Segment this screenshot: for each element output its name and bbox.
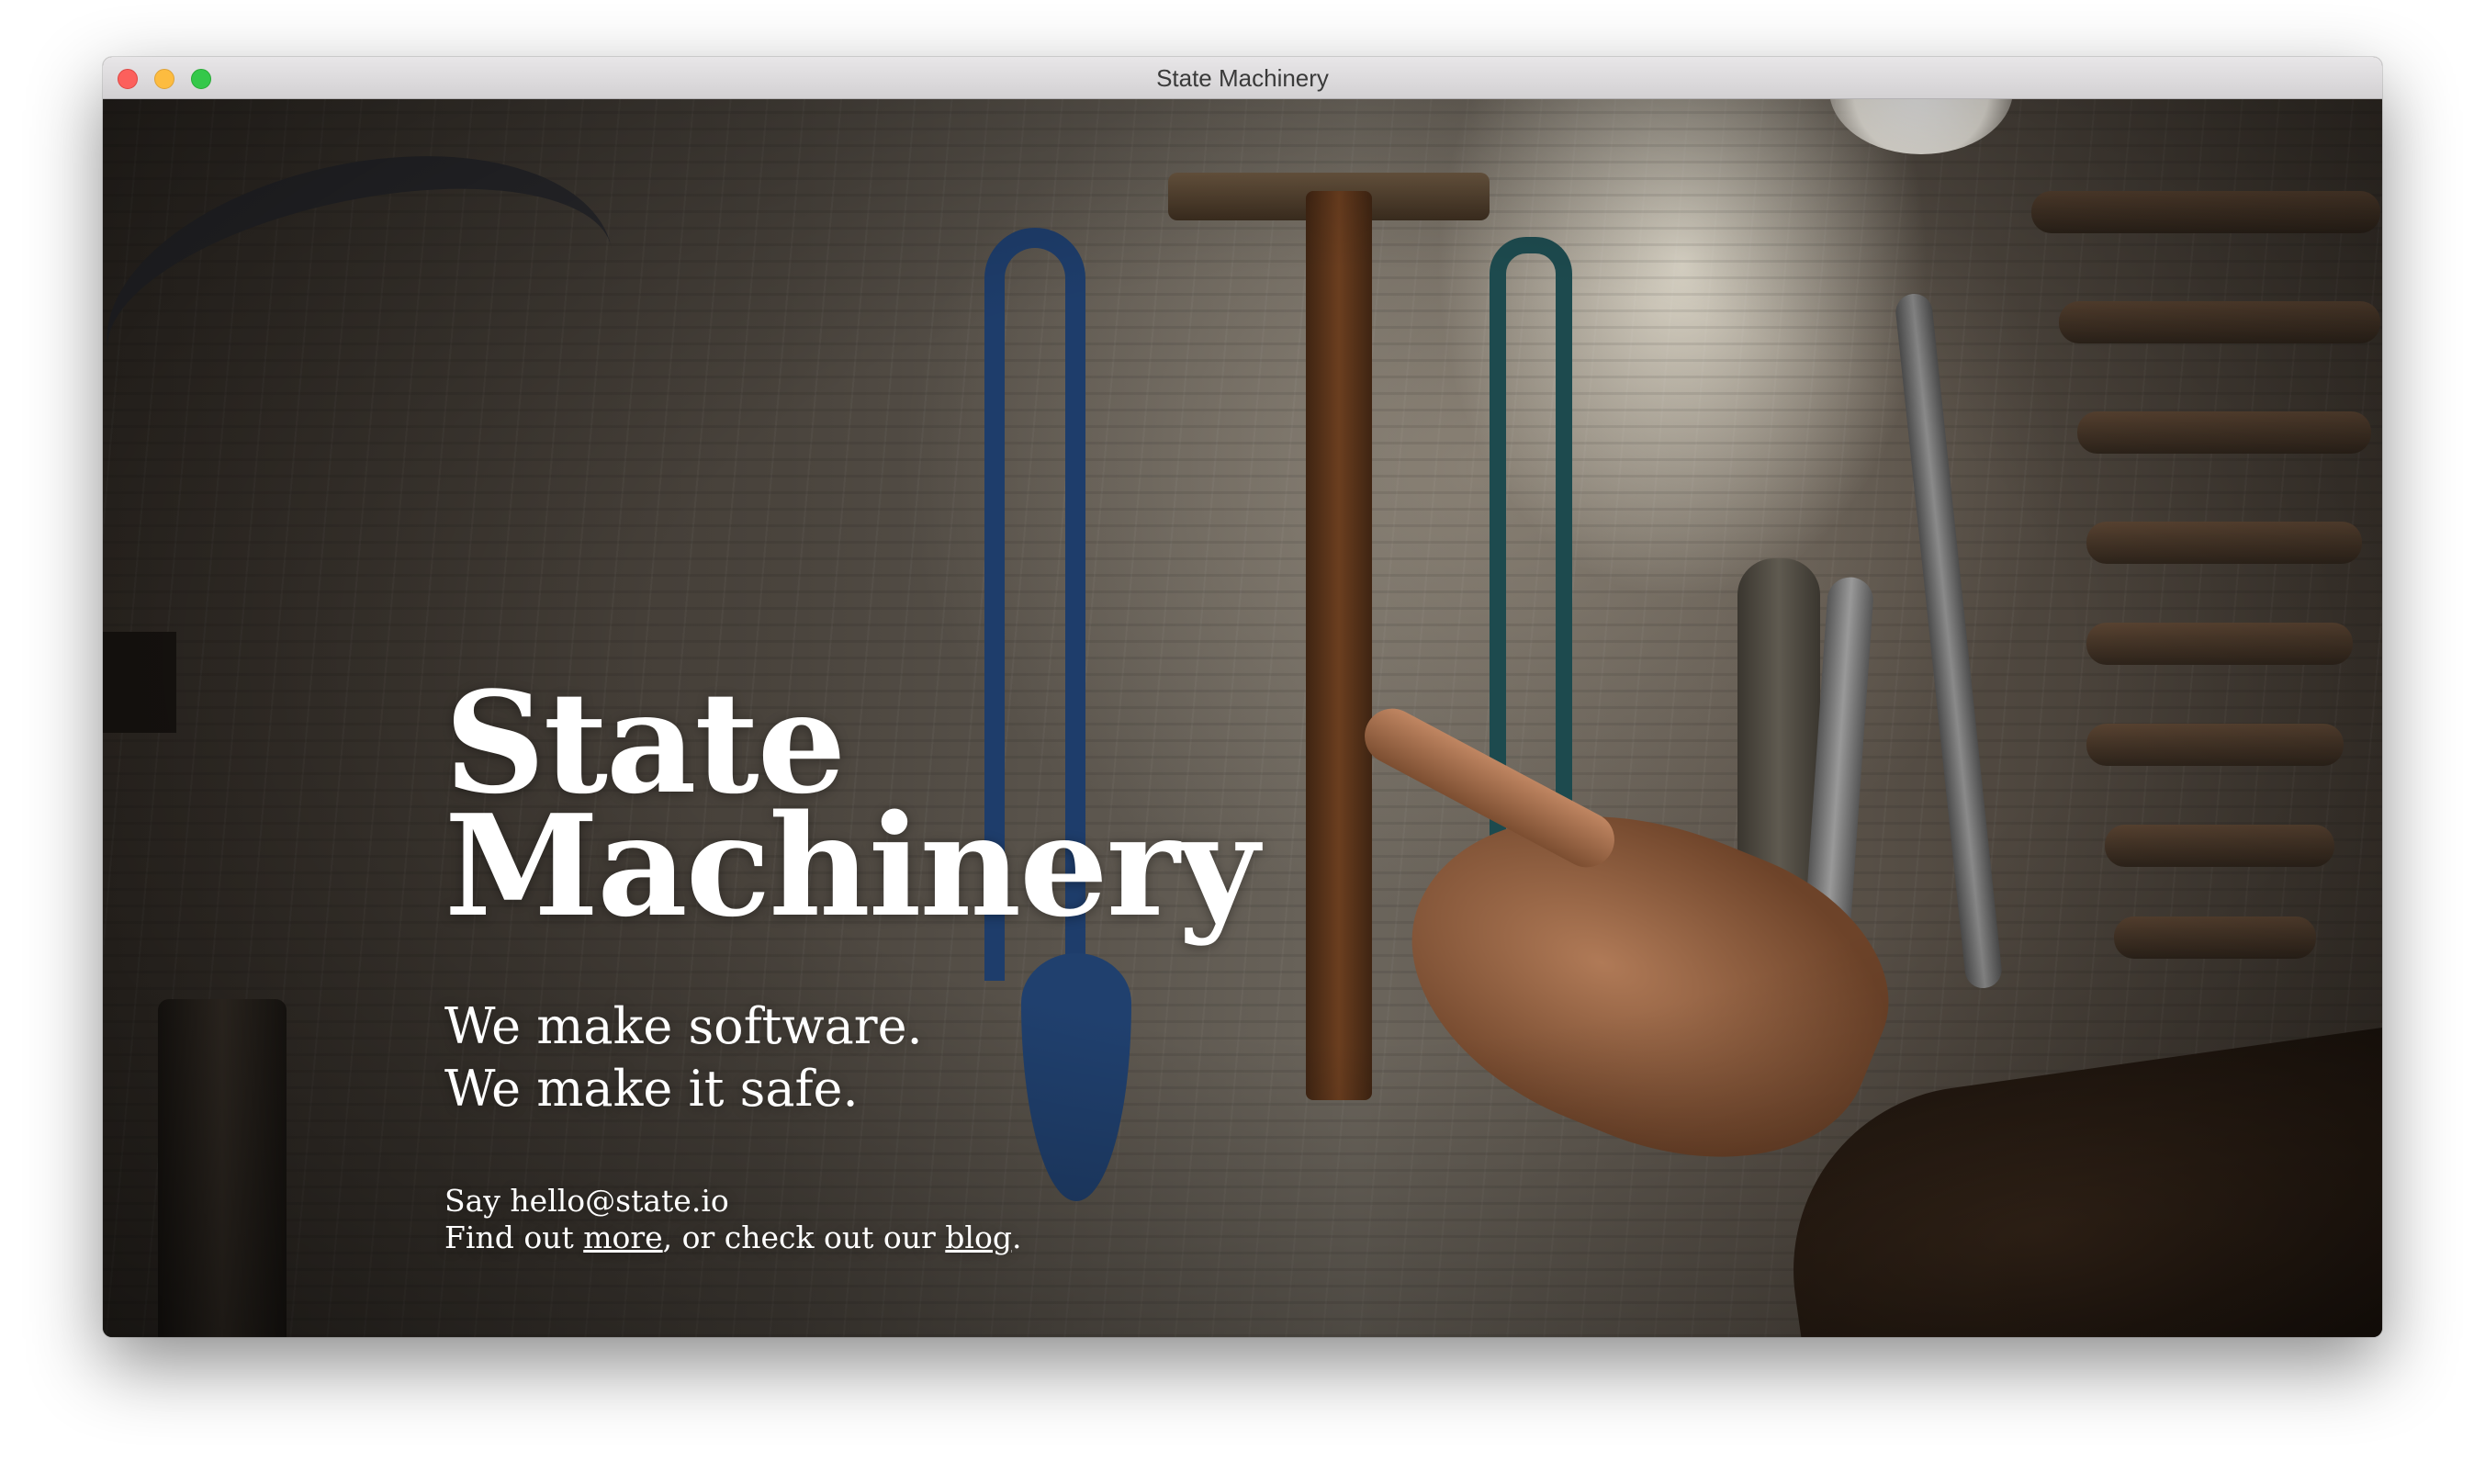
find-out-text: Find out bbox=[444, 1220, 584, 1255]
site-title: State Machinery bbox=[444, 673, 1259, 948]
check-out-text: , or check out our bbox=[662, 1220, 946, 1255]
tagline-line1: We make software. bbox=[444, 997, 923, 1055]
desktop: State Machinery State Machinery We make … bbox=[0, 0, 2485, 1484]
tagline-line2: We make it safe. bbox=[444, 1060, 859, 1118]
contact-links-line: Find out more, or check out our blog. bbox=[444, 1220, 1257, 1256]
site-title-line2: Machinery bbox=[444, 783, 1259, 948]
contact-block: Say hello@state.io Find out more, or che… bbox=[444, 1183, 1257, 1256]
hero-section: State Machinery We make software. We mak… bbox=[103, 99, 2382, 1337]
tagline: We make software. We make it safe. bbox=[444, 995, 1257, 1120]
browser-window: State Machinery State Machinery We make … bbox=[103, 57, 2382, 1337]
contact-email-line: Say hello@state.io bbox=[444, 1183, 729, 1219]
period-text: . bbox=[1011, 1220, 1022, 1255]
hero-text: State Machinery We make software. We mak… bbox=[444, 673, 1259, 1256]
window-titlebar[interactable]: State Machinery bbox=[103, 57, 2382, 99]
window-title: State Machinery bbox=[1156, 64, 1329, 92]
more-link[interactable]: more bbox=[583, 1220, 662, 1255]
blog-link[interactable]: blog bbox=[945, 1220, 1012, 1255]
